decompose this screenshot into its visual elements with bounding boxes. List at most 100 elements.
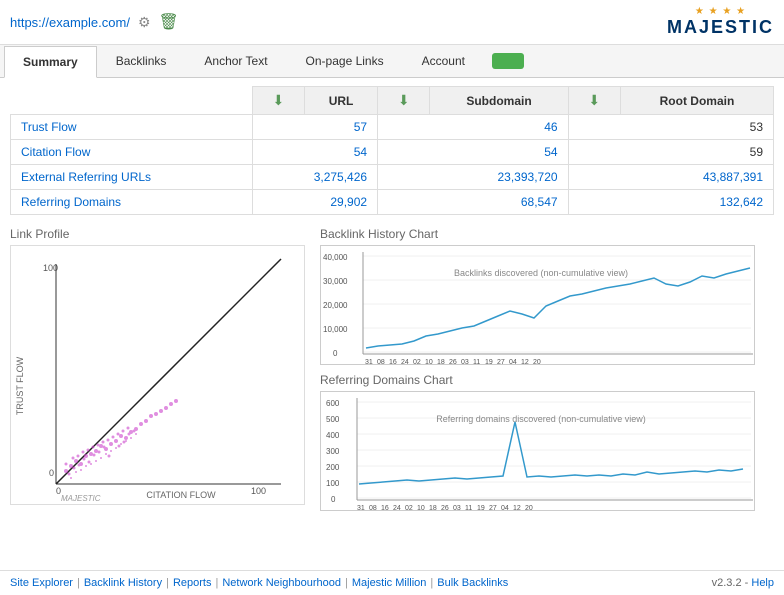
svg-text:04: 04 <box>501 505 509 511</box>
logo-text: MAJESTIC <box>667 17 774 38</box>
footer-link-network[interactable]: Network Neighbourhood <box>222 577 341 589</box>
svg-text:26: 26 <box>449 359 457 365</box>
svg-text:24: 24 <box>393 505 401 511</box>
link-profile-panel: Link Profile TRUST FLOW CITATION FLOW 10… <box>10 227 310 511</box>
top-bar-left: https://example.com/ ⚙ 🗑 <box>10 12 179 32</box>
subdomain-col-icon: ⬇ <box>378 87 430 115</box>
trust-flow-link[interactable]: Trust Flow <box>21 120 77 134</box>
top-bar: https://example.com/ ⚙ 🗑 ★ ★ ★ ★ MAJESTI… <box>0 0 784 45</box>
table-row: Trust Flow 57 46 53 <box>11 115 774 140</box>
svg-text:16: 16 <box>389 359 397 365</box>
svg-text:24: 24 <box>401 359 409 365</box>
svg-text:100: 100 <box>326 479 340 488</box>
svg-text:19: 19 <box>477 505 485 511</box>
toggle-box[interactable] <box>492 53 524 69</box>
svg-text:10: 10 <box>425 359 433 365</box>
citation-flow-link[interactable]: Citation Flow <box>21 145 90 159</box>
referring-chart-title: Referring Domains Chart <box>320 373 774 387</box>
footer-sep: | <box>430 577 433 589</box>
referring-domains-link[interactable]: Referring Domains <box>21 195 121 209</box>
svg-text:11: 11 <box>473 359 480 365</box>
svg-text:31: 31 <box>357 505 365 511</box>
link-profile-chart: TRUST FLOW CITATION FLOW 100 0 0 100 <box>10 245 305 505</box>
svg-text:30,000: 30,000 <box>323 277 348 286</box>
svg-text:10: 10 <box>417 505 425 511</box>
footer-sep: | <box>345 577 348 589</box>
version-text: v2.3.2 - <box>712 577 752 589</box>
footer-link-reports[interactable]: Reports <box>173 577 212 589</box>
tab-summary[interactable]: Summary <box>4 46 97 78</box>
settings-icon[interactable]: ⚙ <box>138 14 151 31</box>
svg-text:CITATION FLOW: CITATION FLOW <box>146 490 216 500</box>
table-row: External Referring URLs 3,275,426 23,393… <box>11 165 774 190</box>
nav-tabs: Summary Backlinks Anchor Text On-page Li… <box>0 45 784 78</box>
svg-text:12: 12 <box>521 359 529 365</box>
svg-text:0: 0 <box>333 349 338 358</box>
footer-link-backlink-history[interactable]: Backlink History <box>84 577 162 589</box>
ext-referring-subdomain: 23,393,720 <box>378 165 568 190</box>
logo-stars: ★ ★ ★ ★ <box>695 6 746 17</box>
svg-text:04: 04 <box>509 359 517 365</box>
tab-account[interactable]: Account <box>403 45 484 77</box>
svg-text:Backlinks discovered (non-cumu: Backlinks discovered (non-cumulative vie… <box>454 268 628 278</box>
metrics-table: ⬇ URL ⬇ Subdomain ⬇ Root Domain Trust Fl… <box>10 86 774 215</box>
svg-text:MAJESTIC: MAJESTIC <box>61 494 101 503</box>
footer-link-majestic-million[interactable]: Majestic Million <box>352 577 427 589</box>
rootdomain-col-icon: ⬇ <box>568 87 620 115</box>
charts-panel: Backlink History Chart 40,000 30,000 20,… <box>320 227 774 511</box>
svg-text:11: 11 <box>465 505 472 511</box>
tab-on-page-links[interactable]: On-page Links <box>287 45 403 77</box>
svg-text:19: 19 <box>485 359 493 365</box>
table-row: Citation Flow 54 54 59 <box>11 140 774 165</box>
footer: Site Explorer | Backlink History | Repor… <box>0 570 784 595</box>
footer-link-bulk-backlinks[interactable]: Bulk Backlinks <box>437 577 508 589</box>
svg-text:27: 27 <box>497 359 505 365</box>
svg-text:TRUST FLOW: TRUST FLOW <box>15 356 25 415</box>
svg-text:08: 08 <box>377 359 385 365</box>
footer-links: Site Explorer | Backlink History | Repor… <box>10 577 508 589</box>
empty-header <box>11 87 253 115</box>
svg-text:400: 400 <box>326 431 340 440</box>
trust-flow-url: 57 <box>252 115 377 140</box>
url-col-icon: ⬇ <box>252 87 304 115</box>
svg-text:16: 16 <box>381 505 389 511</box>
backlink-chart-title: Backlink History Chart <box>320 227 774 241</box>
trust-flow-root: 53 <box>568 115 773 140</box>
svg-text:03: 03 <box>453 505 461 511</box>
svg-text:03: 03 <box>461 359 469 365</box>
svg-text:20: 20 <box>525 505 533 511</box>
svg-text:31: 31 <box>365 359 373 365</box>
ext-referring-root: 43,887,391 <box>568 165 773 190</box>
svg-text:10,000: 10,000 <box>323 325 348 334</box>
citation-flow-subdomain: 54 <box>378 140 568 165</box>
svg-text:100: 100 <box>251 486 266 496</box>
help-link[interactable]: Help <box>751 577 774 589</box>
svg-text:Referring domains discovered (: Referring domains discovered (non-cumula… <box>436 414 646 424</box>
svg-text:20: 20 <box>533 359 541 365</box>
footer-version: v2.3.2 - Help <box>712 577 774 589</box>
ext-referring-url: 3,275,426 <box>252 165 377 190</box>
site-url[interactable]: https://example.com/ <box>10 15 130 30</box>
referring-domains-chart: 600 500 400 300 200 100 0 Referring <box>320 391 755 511</box>
bucket-icon[interactable]: 🗑 <box>159 12 179 32</box>
svg-text:02: 02 <box>405 505 413 511</box>
citation-flow-url: 54 <box>252 140 377 165</box>
svg-text:18: 18 <box>437 359 445 365</box>
footer-sep: | <box>166 577 169 589</box>
svg-text:500: 500 <box>326 415 340 424</box>
tab-anchor-text[interactable]: Anchor Text <box>185 45 286 77</box>
ext-referring-link[interactable]: External Referring URLs <box>21 170 151 184</box>
rootdomain-col-header: Root Domain <box>620 87 773 115</box>
tab-backlinks[interactable]: Backlinks <box>97 45 186 77</box>
url-col-header: URL <box>305 87 378 115</box>
svg-text:20,000: 20,000 <box>323 301 348 310</box>
lower-section: Link Profile TRUST FLOW CITATION FLOW 10… <box>10 227 774 511</box>
svg-text:26: 26 <box>441 505 449 511</box>
referring-domains-subdomain: 68,547 <box>378 190 568 215</box>
link-profile-title: Link Profile <box>10 227 310 241</box>
svg-text:0: 0 <box>331 495 336 504</box>
toggle-switch[interactable] <box>492 53 524 69</box>
footer-link-site-explorer[interactable]: Site Explorer <box>10 577 73 589</box>
svg-text:0: 0 <box>49 468 54 478</box>
svg-text:12: 12 <box>513 505 521 511</box>
